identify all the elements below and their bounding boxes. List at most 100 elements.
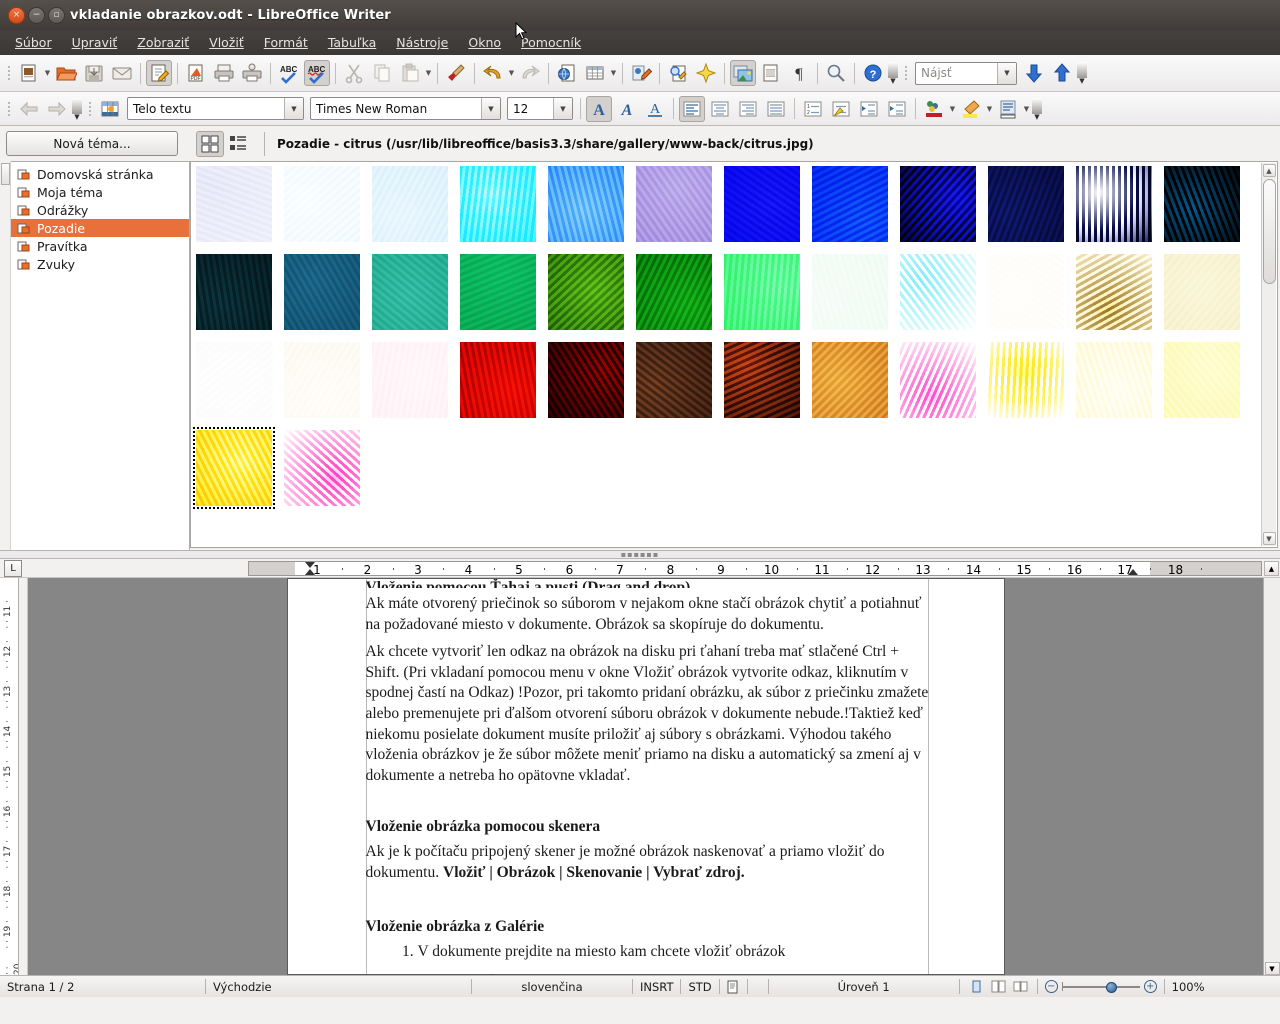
- doc-scroll-up-button[interactable]: ▲: [1264, 561, 1279, 576]
- gallery-thumbnail-sea-green[interactable]: [372, 254, 448, 330]
- nav-toolbar-grip[interactable]: [5, 98, 12, 120]
- menu-nastroje[interactable]: Nástroje: [387, 32, 457, 53]
- ordered-list-button[interactable]: 1 2: [800, 96, 826, 122]
- new-theme-button[interactable]: Nová téma...: [6, 131, 178, 156]
- first-line-indent-marker[interactable]: [305, 562, 315, 568]
- clone-formatting-button[interactable]: [443, 60, 469, 86]
- gallery-thumbnail-teal-plaster[interactable]: [284, 254, 360, 330]
- paste-dropdown[interactable]: ▼: [424, 60, 433, 86]
- gallery-thumbnail-water-cyan[interactable]: [460, 166, 536, 242]
- spelling-check-button[interactable]: ABC: [276, 60, 302, 86]
- gallery-thumbnail-blue-blocks[interactable]: [812, 166, 888, 242]
- scrollbar-thumb[interactable]: [1262, 179, 1276, 284]
- highlighting-dropdown[interactable]: ▼: [985, 96, 994, 122]
- gallery-thumbnail-music-notes[interactable]: [1076, 254, 1152, 330]
- gallery-thumbnail-pink-yellow-rings[interactable]: [900, 342, 976, 418]
- gallery-thumbnail-confetti-dots[interactable]: [284, 430, 360, 506]
- print-preview-button[interactable]: [239, 60, 265, 86]
- gallery-thumbnail-green-sand[interactable]: [460, 254, 536, 330]
- cut-button[interactable]: [341, 60, 367, 86]
- gallery-thumbnail-dark-teal-marble[interactable]: [1164, 166, 1240, 242]
- scroll-down-icon[interactable]: ▼: [1262, 532, 1276, 545]
- print-document-button[interactable]: [211, 60, 237, 86]
- font-name-arrow[interactable]: ▼: [481, 98, 500, 119]
- export-pdf-button[interactable]: PDF: [183, 60, 209, 86]
- undo-dropdown[interactable]: ▼: [507, 60, 516, 86]
- gallery-thumbnail-sky-clouds[interactable]: [284, 166, 360, 242]
- gallery-thumbnail-grass-blades[interactable]: [548, 254, 624, 330]
- undo-button[interactable]: [480, 60, 506, 86]
- find-prev-button[interactable]: [1049, 60, 1075, 86]
- font-size-arrow[interactable]: ▼: [553, 98, 572, 119]
- find-replace-button[interactable]: [665, 60, 691, 86]
- table-dropdown[interactable]: ▼: [609, 60, 618, 86]
- font-color-button[interactable]: [921, 96, 947, 122]
- find-next-button[interactable]: [1021, 60, 1047, 86]
- highlighting-button[interactable]: [958, 96, 984, 122]
- book-view-icon[interactable]: [1013, 980, 1028, 993]
- email-document-button[interactable]: [109, 60, 135, 86]
- italic-button[interactable]: A: [614, 96, 640, 122]
- gallery-splitter[interactable]: ▪▪▪▪▪▪: [0, 550, 1280, 559]
- sidebar-item-domovska-stranka[interactable]: Domovská stránka: [11, 165, 189, 183]
- gallery-thumbnail-navy-denim[interactable]: [988, 166, 1064, 242]
- data-sources-button[interactable]: [758, 60, 784, 86]
- find-dropdown-arrow[interactable]: ▼: [997, 62, 1016, 84]
- autospellcheck-button[interactable]: ABC: [304, 60, 330, 86]
- zoom-in-button[interactable]: +: [1143, 980, 1157, 993]
- navigate-forward-button[interactable]: [44, 96, 70, 122]
- gallery-thumbnail-citrus-orange[interactable]: [193, 427, 275, 509]
- gallery-thumbnail-texture-pale-weave[interactable]: [196, 166, 272, 242]
- toolbar-overflow-nav[interactable]: ▼: [71, 96, 83, 122]
- minimize-window-button[interactable]: −: [28, 6, 45, 24]
- gallery-icon-view-button[interactable]: [196, 130, 224, 157]
- gallery-thumbnail-mint-ripple[interactable]: [812, 254, 888, 330]
- gallery-thumbnail-brown-weave[interactable]: [636, 342, 712, 418]
- status-document-modified[interactable]: [720, 976, 747, 998]
- hyperlink-button[interactable]: [554, 60, 580, 86]
- menu-zobrazit[interactable]: Zobraziť: [128, 32, 198, 53]
- menu-okno[interactable]: Okno: [459, 32, 510, 53]
- align-left-button[interactable]: [679, 95, 705, 122]
- gallery-thumbnail-night-stars[interactable]: [1076, 166, 1152, 242]
- gallery-thumbnail-pink-stucco[interactable]: [372, 342, 448, 418]
- gallery-thumbnail-paw-prints[interactable]: [196, 342, 272, 418]
- copy-button[interactable]: [369, 60, 395, 86]
- toolbar-overflow-standard[interactable]: ▼: [887, 60, 899, 86]
- menu-tabulka[interactable]: Tabuľka: [319, 32, 385, 53]
- new-document-dropdown[interactable]: ▼: [43, 60, 52, 86]
- underline-button[interactable]: A: [642, 96, 668, 122]
- paragraph-style-arrow[interactable]: ▼: [284, 98, 303, 119]
- zoom-knob[interactable]: [1105, 981, 1117, 993]
- edit-file-button[interactable]: [146, 60, 172, 86]
- document-page[interactable]: Vloženie pomocou Ťahaj a pusti (Drag and…: [286, 578, 1005, 975]
- gallery-thumbnail-purple-stucco[interactable]: [636, 166, 712, 242]
- sidebar-item-odrazky[interactable]: Odrážky: [11, 201, 189, 219]
- gallery-thumbnail-scrollbar[interactable]: ▲ ▼: [1261, 163, 1276, 546]
- gallery-thumbnail-beige-stucco[interactable]: [284, 342, 360, 418]
- help-button[interactable]: ?: [860, 60, 886, 86]
- unordered-list-button[interactable]: [828, 96, 854, 122]
- status-digital-signature[interactable]: [748, 976, 768, 998]
- status-selection-mode[interactable]: STD: [681, 976, 718, 998]
- new-document-button[interactable]: [16, 60, 42, 86]
- toolbar-grip[interactable]: [5, 62, 12, 84]
- spelling-star-button[interactable]: [693, 60, 719, 86]
- gallery-thumbnail-beige-grain[interactable]: [1164, 254, 1240, 330]
- increase-indent-button[interactable]: [884, 96, 910, 122]
- find-input[interactable]: Nájsť ▼: [915, 61, 1017, 85]
- gallery-thumbnail-water-blue[interactable]: [548, 166, 624, 242]
- paste-button[interactable]: [397, 60, 423, 86]
- status-insert-mode[interactable]: INSRT: [633, 976, 680, 998]
- gallery-thumbnail-blue-tiles[interactable]: [372, 166, 448, 242]
- page-view[interactable]: Vloženie pomocou Ťahaj a pusti (Drag and…: [28, 578, 1263, 975]
- sidebar-item-zvuky[interactable]: Zvuky: [11, 255, 189, 273]
- menu-format[interactable]: Formát: [255, 32, 317, 53]
- find-toolbar-grip[interactable]: [902, 62, 909, 84]
- multi-page-view-icon[interactable]: [991, 980, 1006, 993]
- insert-table-button[interactable]: [582, 60, 608, 86]
- decrease-indent-button[interactable]: [856, 96, 882, 122]
- gallery-list-view-button[interactable]: [224, 131, 252, 157]
- background-color-button[interactable]: [995, 96, 1021, 122]
- justified-button[interactable]: [763, 96, 789, 122]
